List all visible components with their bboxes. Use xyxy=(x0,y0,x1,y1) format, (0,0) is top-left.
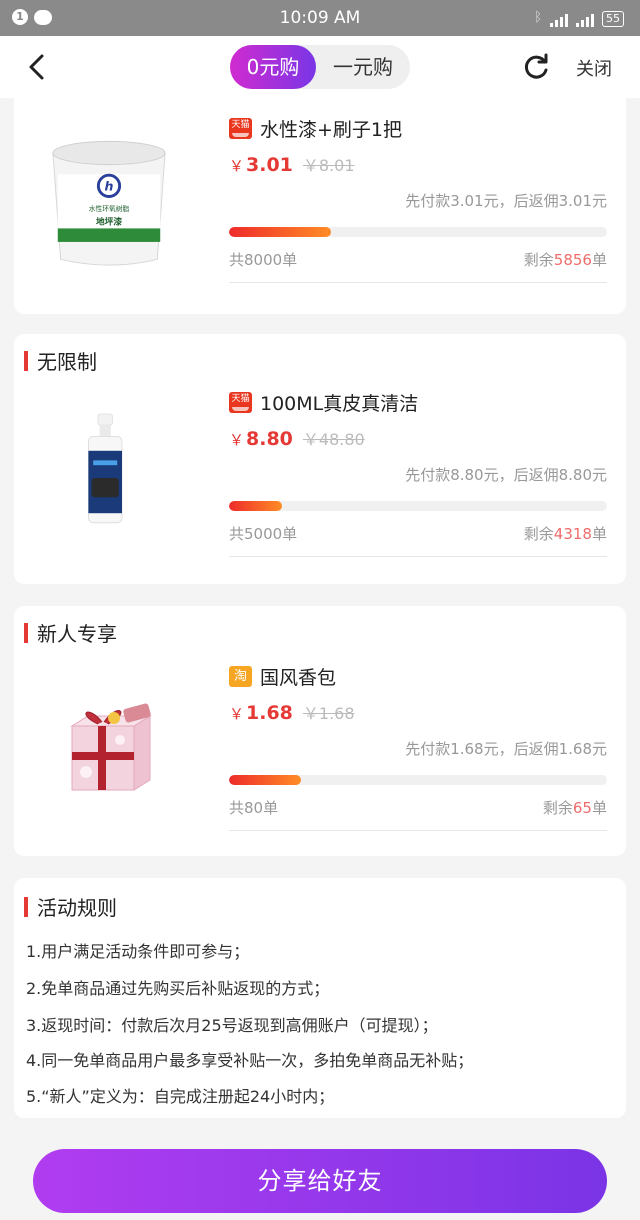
section-title: 新人专享 xyxy=(24,618,117,647)
section-marker xyxy=(24,896,28,917)
paint-label-top: 水性环氧树脂 xyxy=(89,204,130,213)
tab-one-yuan[interactable]: 一元购 xyxy=(316,45,410,89)
product-card[interactable]: 无限制 天猫 100ML真皮真清洁 ￥ 8.80 ￥48.80 先付款8.80元，… xyxy=(14,334,626,584)
total-orders: 共5000单 xyxy=(229,525,298,543)
product-info: 天猫 100ML真皮真清洁 ￥ 8.80 ￥48.80 先付款8.80元，后返佣8… xyxy=(229,388,607,557)
stock-progress-bar xyxy=(229,501,607,511)
back-arrow-icon[interactable] xyxy=(22,52,52,82)
progress-fill xyxy=(229,227,332,237)
remaining-orders: 剩余65单 xyxy=(542,799,607,817)
share-button[interactable]: 分享给好友 xyxy=(33,1149,607,1213)
section-marker xyxy=(24,350,28,371)
remaining-orders: 剩余4318单 xyxy=(523,525,607,543)
status-right: ᛒ 55 xyxy=(534,9,624,27)
current-price: ￥ 1.68 xyxy=(229,702,293,724)
tab-switcher: 0元购 一元购 xyxy=(230,45,410,89)
progress-fill xyxy=(229,501,282,511)
product-title-row: 天猫 水性漆+刷子1把 xyxy=(229,114,607,142)
rule-item: 3.返现时间：付款后次月25号返现到高佣账户（可提现）； xyxy=(26,1016,438,1035)
remaining-orders: 剩余5856单 xyxy=(523,251,607,269)
section-title: 无限制 xyxy=(24,346,97,375)
current-price: ￥ 3.01 xyxy=(229,154,293,176)
status-bar: 1 10:09 AM ᛒ 55 xyxy=(0,0,640,36)
price-row: ￥ 1.68 ￥1.68 xyxy=(229,700,607,724)
rebate-text: 先付款8.80元，后返佣8.80元 xyxy=(405,466,607,484)
product-info: 淘 国风香包 ￥ 1.68 ￥1.68 先付款1.68元，后返佣1.68元 共80… xyxy=(229,662,607,831)
product-title-row: 天猫 100ML真皮真清洁 xyxy=(229,388,607,416)
svg-text:h: h xyxy=(105,179,114,194)
stock-row: 共5000单 剩余4318单 xyxy=(229,523,607,557)
section-marker xyxy=(24,622,28,643)
refresh-icon[interactable] xyxy=(520,51,552,83)
rebate-text: 先付款3.01元，后返佣3.01元 xyxy=(405,192,607,210)
product-name: 水性漆+刷子1把 xyxy=(260,118,403,141)
product-card[interactable]: h 水性环氧树脂 地坪漆 天猫 水性漆+刷子1把 ￥ 3.01 ￥8.01 先付款… xyxy=(14,98,626,314)
original-price: ￥8.01 xyxy=(302,156,355,175)
signal-icon xyxy=(576,13,594,27)
stock-progress-bar xyxy=(229,227,607,237)
total-orders: 共8000单 xyxy=(229,251,298,269)
product-name: 国风香包 xyxy=(260,666,337,689)
rule-item: 5.“新人”定义为：自完成注册起24小时内； xyxy=(26,1087,335,1106)
tab-zero-yuan[interactable]: 0元购 xyxy=(230,45,316,89)
original-price: ￥1.68 xyxy=(302,704,355,723)
tmall-badge-icon: 天猫 xyxy=(229,391,252,413)
original-price: ￥48.80 xyxy=(302,430,365,449)
rules-card: 活动规则 1.用户满足活动条件即可参与； 2.免单商品通过先购买后补贴返现的方式… xyxy=(14,878,626,1118)
product-card[interactable]: 新人专享 淘 国风香包 ￥ 1.68 ￥1.68 先付款1.68元，后返佣1.68… xyxy=(14,606,626,856)
rule-item: 1.用户满足活动条件即可参与； xyxy=(26,942,250,961)
tmall-badge-icon: 天猫 xyxy=(229,117,252,139)
signal-icon xyxy=(550,13,568,27)
current-price: ￥ 8.80 xyxy=(229,428,293,450)
taobao-badge-icon: 淘 xyxy=(229,665,252,687)
close-button[interactable]: 关闭 xyxy=(576,55,612,81)
bluetooth-icon: ᛒ xyxy=(534,10,542,25)
cleaner-bottle-image xyxy=(88,413,123,524)
nav-bar: 0元购 一元购 关闭 xyxy=(0,36,640,98)
progress-fill xyxy=(229,775,301,785)
rule-item: 4.同一免单商品用户最多享受补贴一次，多拍免单商品无补贴； xyxy=(26,1051,474,1070)
product-title-row: 淘 国风香包 xyxy=(229,662,607,690)
product-name: 100ML真皮真清洁 xyxy=(260,392,419,415)
rebate-text: 先付款1.68元，后返佣1.68元 xyxy=(405,740,607,758)
sachet-gift-box-image xyxy=(70,703,152,791)
stock-progress-bar xyxy=(229,775,607,785)
price-row: ￥ 8.80 ￥48.80 xyxy=(229,426,607,450)
rule-item: 2.免单商品通过先购买后补贴返现的方式； xyxy=(26,979,330,998)
total-orders: 共80单 xyxy=(229,799,279,817)
paint-label-main: 地坪漆 xyxy=(96,216,122,228)
paint-bucket-image: h 水性环氧树脂 地坪漆 xyxy=(52,140,166,266)
stock-row: 共80单 剩余65单 xyxy=(229,797,607,831)
stock-row: 共8000单 剩余5856单 xyxy=(229,249,607,283)
price-row: ￥ 3.01 ￥8.01 xyxy=(229,152,607,176)
section-title: 活动规则 xyxy=(24,892,117,921)
product-info: 天猫 水性漆+刷子1把 ￥ 3.01 ￥8.01 先付款3.01元，后返佣3.01… xyxy=(229,114,607,283)
battery-icon: 55 xyxy=(602,11,624,27)
